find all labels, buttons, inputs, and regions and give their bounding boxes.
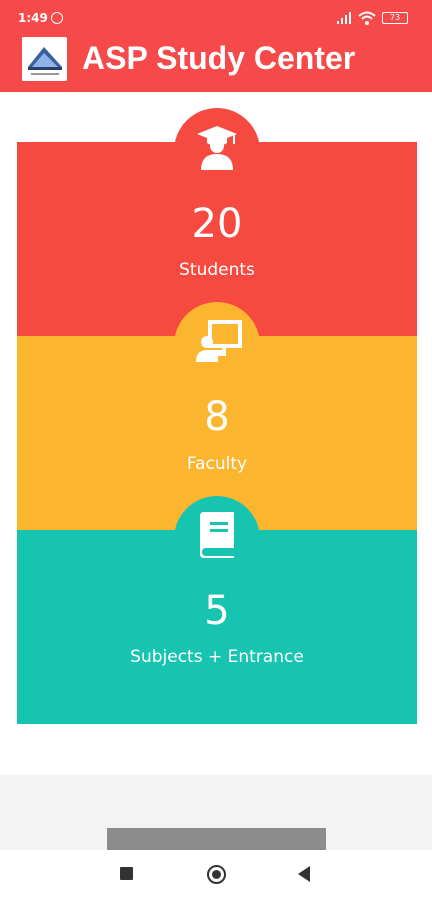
- signal-icon: [337, 12, 351, 24]
- wifi-icon: [358, 11, 376, 25]
- study-center-logo: [22, 37, 67, 81]
- students-label: Students: [179, 260, 255, 280]
- circle-icon[interactable]: [207, 865, 226, 884]
- whatsapp-notification-icon: [51, 12, 63, 24]
- status-time: 1:49: [18, 11, 48, 25]
- subjects-icon-bubble: [174, 496, 260, 582]
- faculty-count: 8: [204, 394, 230, 440]
- bottom-banner[interactable]: [107, 828, 326, 850]
- graduate-icon: [197, 126, 237, 170]
- subjects-label: Subjects + Entrance: [130, 647, 304, 667]
- students-count: 20: [191, 201, 243, 247]
- app-bar: ASP Study Center: [0, 36, 432, 92]
- battery-icon: 73: [382, 12, 408, 24]
- subjects-count: 5: [204, 588, 230, 634]
- teacher-board-icon: [196, 320, 242, 362]
- system-nav-bar: [0, 850, 432, 900]
- faculty-label: Faculty: [186, 454, 248, 474]
- students-icon-bubble: [174, 108, 260, 194]
- status-bar: 1:49 73: [0, 0, 432, 36]
- app-title: ASP Study Center: [82, 40, 356, 76]
- triangle-back-icon[interactable]: [298, 866, 310, 882]
- square-icon[interactable]: [120, 867, 133, 880]
- book-icon: [200, 512, 234, 558]
- faculty-icon-bubble: [174, 302, 260, 388]
